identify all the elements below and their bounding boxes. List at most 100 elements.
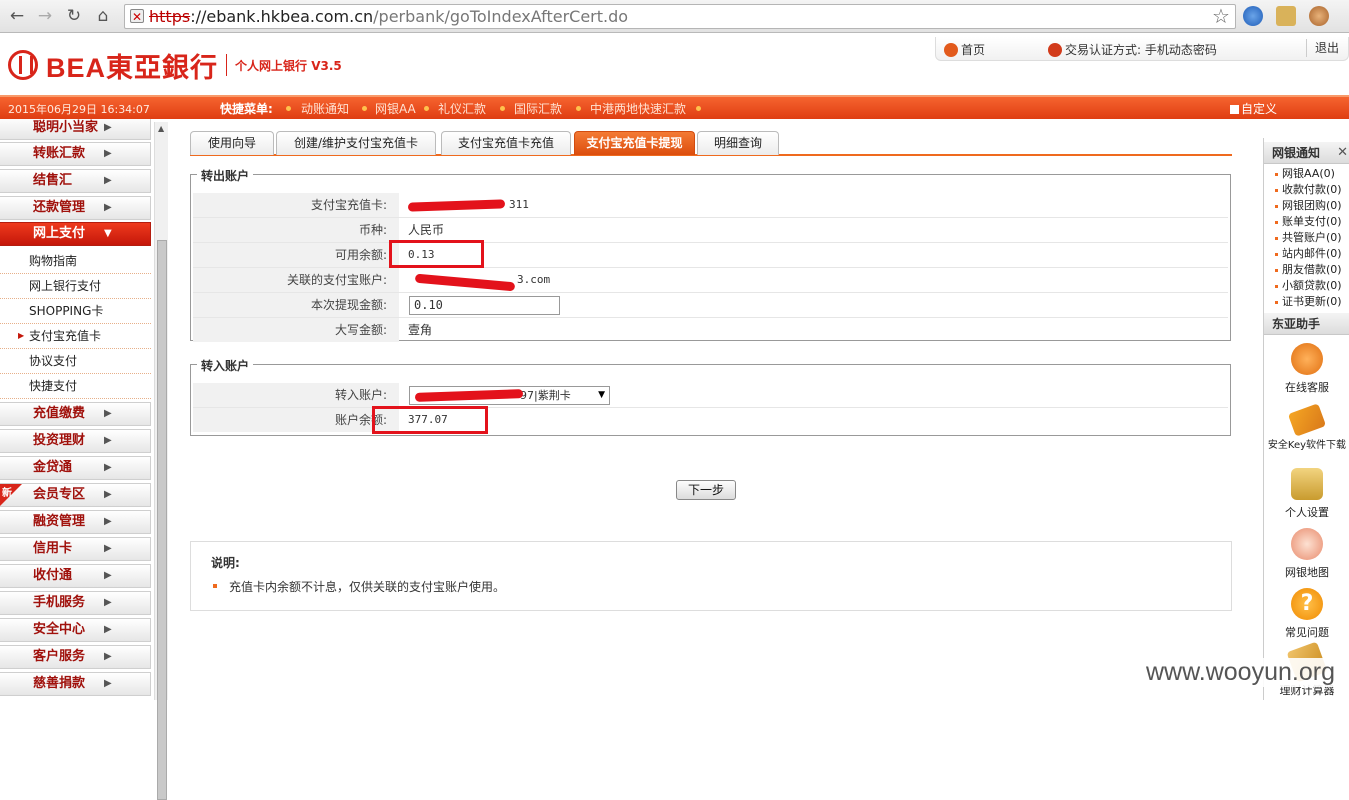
cookie-extension-icon[interactable]: [1309, 6, 1329, 26]
notice-item[interactable]: 账单支付(0): [1264, 214, 1349, 230]
close-icon[interactable]: ✕: [1337, 142, 1348, 164]
helper-map[interactable]: 网银地图: [1264, 528, 1349, 580]
arrow-right-icon: ▶: [104, 408, 112, 419]
quick-item-aa[interactable]: 网银AA: [375, 100, 416, 117]
address-bar[interactable]: https://ebank.hkbea.com.cn/perbank/goToI…: [124, 4, 1236, 29]
tab-details[interactable]: 明细查询: [697, 131, 779, 155]
notes-extension-icon[interactable]: [1276, 6, 1296, 26]
menu-charity[interactable]: 慈善捐款 ▶: [0, 672, 151, 696]
sidebar-scrollbar[interactable]: ▲: [154, 122, 168, 800]
available-balance-label: 可用余额:: [193, 243, 399, 267]
amount-in-words-value: 壹角: [408, 323, 433, 337]
withdraw-amount-input[interactable]: 0.10: [409, 296, 560, 315]
sub-alipay-card[interactable]: 支付宝充值卡: [0, 324, 151, 349]
sub-online-bank-pay[interactable]: 网上银行支付: [0, 274, 151, 299]
menu-financing[interactable]: 融资管理 ▶: [0, 510, 151, 534]
menu-label: 慈善捐款: [33, 676, 86, 691]
menu-payment-collection[interactable]: 收付通 ▶: [0, 564, 151, 588]
scroll-up-icon[interactable]: ▲: [158, 124, 164, 133]
notice-item[interactable]: 网银AA(0): [1264, 166, 1349, 182]
helper-online-service[interactable]: 在线客服: [1264, 343, 1349, 395]
home-link[interactable]: 首页: [944, 41, 985, 58]
menu-mobile-service[interactable]: 手机服务 ▶: [0, 591, 151, 615]
helper-panel-header: 东亚助手: [1264, 313, 1349, 335]
next-step-button[interactable]: 下一步: [676, 480, 736, 500]
tab-guide[interactable]: 使用向导: [190, 131, 274, 155]
helper-label: 常见问题: [1285, 626, 1329, 639]
bullet-icon: [286, 106, 291, 111]
linked-alipay-label: 关联的支付宝账户:: [193, 268, 399, 292]
menu-transfer[interactable]: 转账汇款 ▶: [0, 142, 151, 166]
menu-recharge[interactable]: 充值缴费 ▶: [0, 402, 151, 426]
notice-item[interactable]: 朋友借款(0): [1264, 262, 1349, 278]
tab-card-recharge[interactable]: 支付宝充值卡充值: [441, 131, 571, 155]
dropdown-arrow-icon: ▼: [598, 390, 605, 400]
arrow-right-icon: ▶: [104, 597, 112, 608]
quick-item-intl-remit[interactable]: 国际汇款: [514, 100, 562, 117]
arrow-right-icon: ▶: [104, 624, 112, 635]
logout-link[interactable]: 退出: [1306, 39, 1339, 57]
menu-forex[interactable]: 结售汇 ▶: [0, 169, 151, 193]
arrow-right-icon: ▶: [104, 678, 112, 689]
quick-item-gift-remit[interactable]: 礼仪汇款: [438, 100, 486, 117]
url-path: /perbank/goToIndexAfterCert.do: [373, 7, 629, 26]
scrollbar-thumb[interactable]: [157, 240, 167, 800]
home-label: 首页: [961, 43, 986, 57]
sub-agreement-pay[interactable]: 协议支付: [0, 349, 151, 374]
linked-alipay-value: 3.com: [517, 273, 551, 286]
sub-shopping-card[interactable]: SHOPPING卡: [0, 299, 151, 324]
menu-customer-service[interactable]: 客户服务 ▶: [0, 645, 151, 669]
menu-label: 会员专区: [33, 487, 86, 502]
menu-investment[interactable]: 投资理财 ▶: [0, 429, 151, 453]
menu-smart-housekeeper[interactable]: 聪明小当家 ▶: [0, 119, 151, 140]
arrow-right-icon: ▶: [104, 543, 112, 554]
menu-member-zone[interactable]: 新 会员专区 ▶: [0, 483, 151, 507]
menu-label: 安全中心: [33, 622, 86, 637]
forward-icon[interactable]: →: [34, 5, 56, 27]
notice-item[interactable]: 站内邮件(0): [1264, 246, 1349, 262]
notice-panel-header: 网银通知 ✕: [1264, 142, 1349, 164]
customize-link[interactable]: 自定义: [1230, 100, 1277, 117]
url-host: ://ebank.hkbea.com.cn: [190, 7, 374, 26]
arrow-down-icon: ▼: [104, 228, 112, 239]
sub-shopping-guide[interactable]: 购物指南: [0, 249, 151, 274]
helper-label: 网银地图: [1285, 566, 1329, 579]
in-account-section: 转入账户 转入账户: 97|紫荆卡 ▼ 账户余额: 377.07: [190, 357, 1231, 436]
quick-item-hk-remit[interactable]: 中港两地快速汇款: [590, 100, 686, 117]
menu-gold-loan[interactable]: 金贷通 ▶: [0, 456, 151, 480]
helper-key-download[interactable]: 安全Key软件下载: [1264, 403, 1349, 451]
home-icon[interactable]: ⌂: [92, 5, 114, 27]
helper-faq[interactable]: ? 常见问题: [1264, 588, 1349, 640]
menu-security-center[interactable]: 安全中心 ▶: [0, 618, 151, 642]
notice-item[interactable]: 共管账户(0): [1264, 230, 1349, 246]
sub-quick-pay[interactable]: 快捷支付: [0, 374, 151, 399]
row-account-balance: 账户余额: 377.07: [193, 408, 1228, 433]
new-badge-label: 新: [2, 488, 12, 499]
redaction-mark: [407, 199, 506, 212]
tab-card-withdraw[interactable]: 支付宝充值卡提现: [574, 131, 695, 155]
menu-repayment[interactable]: 还款管理 ▶: [0, 196, 151, 220]
bank-logo[interactable]: BEA東亞銀行 个人网上银行 V3.5: [8, 47, 342, 83]
notice-item[interactable]: 网银团购(0): [1264, 198, 1349, 214]
card-number-label: 支付宝充值卡:: [193, 193, 399, 217]
logout-label: 退出: [1315, 41, 1340, 55]
usb-key-icon: [1287, 403, 1327, 437]
redaction-mark: [414, 273, 516, 292]
highlight-annotation: [389, 240, 484, 268]
back-icon[interactable]: ←: [6, 5, 28, 27]
reload-icon[interactable]: ↻: [63, 5, 85, 27]
bookmark-star-icon[interactable]: ☆: [1212, 4, 1230, 28]
tab-create-card[interactable]: 创建/维护支付宝充值卡: [276, 131, 436, 155]
row-withdraw-amount: 本次提现金额: 0.10: [193, 293, 1228, 318]
notice-item[interactable]: 小额贷款(0): [1264, 278, 1349, 294]
menu-credit-card[interactable]: 信用卡 ▶: [0, 537, 151, 561]
notice-item[interactable]: 收款付款(0): [1264, 182, 1349, 198]
out-account-section: 转出账户 支付宝充值卡: 311 币种: 人民币 可用余额: 0.13 关联的支…: [190, 167, 1231, 342]
notice-item[interactable]: 证书更新(0): [1264, 294, 1349, 310]
globe-extension-icon[interactable]: [1243, 6, 1263, 26]
quick-item-account-notice[interactable]: 动账通知: [301, 100, 349, 117]
menu-online-payment[interactable]: 网上支付 ▼: [0, 222, 151, 246]
site-header: BEA東亞銀行 个人网上银行 V3.5 首页 交易认证方式: 手机动态密码 退出: [0, 33, 1349, 95]
highlight-annotation: [372, 406, 488, 434]
helper-settings[interactable]: 个人设置: [1264, 468, 1349, 520]
